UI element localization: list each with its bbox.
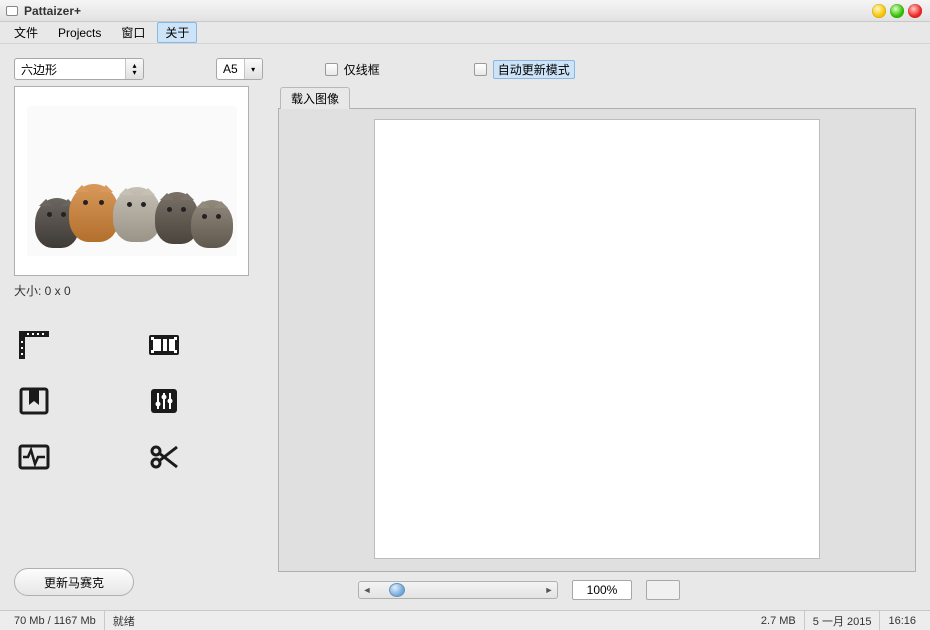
zoom-slider[interactable]: ◄ ►	[358, 581, 558, 599]
chevron-down-icon[interactable]: ▾	[244, 59, 262, 79]
color-swatch[interactable]	[646, 580, 680, 600]
toolbar: 六边形 A5 ▾ 仅线框 自动更新模式	[0, 44, 930, 86]
checkbox-icon[interactable]	[474, 63, 487, 76]
status-time: 16:16	[880, 611, 924, 630]
status-ready: 就绪	[105, 611, 143, 630]
auto-update-label: 自动更新模式	[493, 60, 575, 79]
menubar: 文件 Projects 窗口 关于	[0, 22, 930, 44]
shape-select-value: 六边形	[15, 61, 125, 78]
tab-load-image[interactable]: 载入图像	[280, 87, 350, 109]
app-title: Pattaizer+	[24, 4, 81, 18]
maximize-icon[interactable]	[890, 4, 904, 18]
paper-select-value: A5	[217, 62, 244, 76]
film-icon[interactable]	[144, 327, 184, 363]
titlebar: Pattaizer+	[0, 0, 930, 22]
arrow-right-icon[interactable]: ►	[541, 585, 557, 595]
update-mosaic-label: 更新马赛克	[44, 574, 104, 591]
sliders-icon[interactable]	[144, 383, 184, 419]
activity-icon[interactable]	[14, 439, 54, 475]
slider-knob[interactable]	[389, 583, 405, 597]
thumbnail[interactable]	[14, 86, 249, 276]
canvas[interactable]	[374, 119, 820, 559]
update-mosaic-button[interactable]: 更新马赛克	[14, 568, 134, 596]
wireframe-checkbox[interactable]: 仅线框	[325, 61, 380, 78]
shape-select[interactable]: 六边形	[14, 58, 144, 80]
menu-file[interactable]: 文件	[6, 22, 46, 43]
tab-label: 载入图像	[291, 92, 339, 106]
size-label: 大小: 0 x 0	[14, 282, 266, 299]
menu-window[interactable]: 窗口	[113, 22, 153, 43]
right-panel: 载入图像 ◄ ► 100%	[278, 86, 916, 600]
window-controls	[872, 4, 922, 18]
zoom-text: 100%	[587, 583, 618, 597]
checkbox-icon[interactable]	[325, 63, 338, 76]
app-icon	[6, 6, 18, 16]
menu-about[interactable]: 关于	[157, 22, 197, 43]
statusbar: 70 Mb / 1167 Mb 就绪 2.7 MB 5 一月 2015 16:1…	[0, 610, 930, 630]
zoom-value[interactable]: 100%	[572, 580, 632, 600]
auto-update-checkbox[interactable]: 自动更新模式	[474, 60, 575, 79]
status-filesize: 2.7 MB	[753, 611, 805, 630]
scissors-icon[interactable]	[144, 439, 184, 475]
thumbnail-image	[27, 106, 237, 256]
canvas-frame	[278, 108, 916, 572]
status-memory: 70 Mb / 1167 Mb	[6, 611, 105, 630]
slider-track[interactable]	[375, 582, 541, 598]
left-panel: 大小: 0 x 0 更新马赛克	[14, 86, 266, 600]
chevron-updown-icon[interactable]	[125, 59, 143, 79]
menu-projects[interactable]: Projects	[50, 24, 109, 42]
close-icon[interactable]	[908, 4, 922, 18]
tool-icons	[14, 327, 266, 475]
paper-select[interactable]: A5 ▾	[216, 58, 263, 80]
bookmark-icon[interactable]	[14, 383, 54, 419]
body: 大小: 0 x 0 更新马赛克	[0, 86, 930, 610]
zoom-controls: ◄ ► 100%	[278, 572, 916, 600]
status-date: 5 一月 2015	[805, 611, 881, 630]
ruler-icon[interactable]	[14, 327, 54, 363]
minimize-icon[interactable]	[872, 4, 886, 18]
arrow-left-icon[interactable]: ◄	[359, 585, 375, 595]
wireframe-label: 仅线框	[344, 61, 380, 78]
